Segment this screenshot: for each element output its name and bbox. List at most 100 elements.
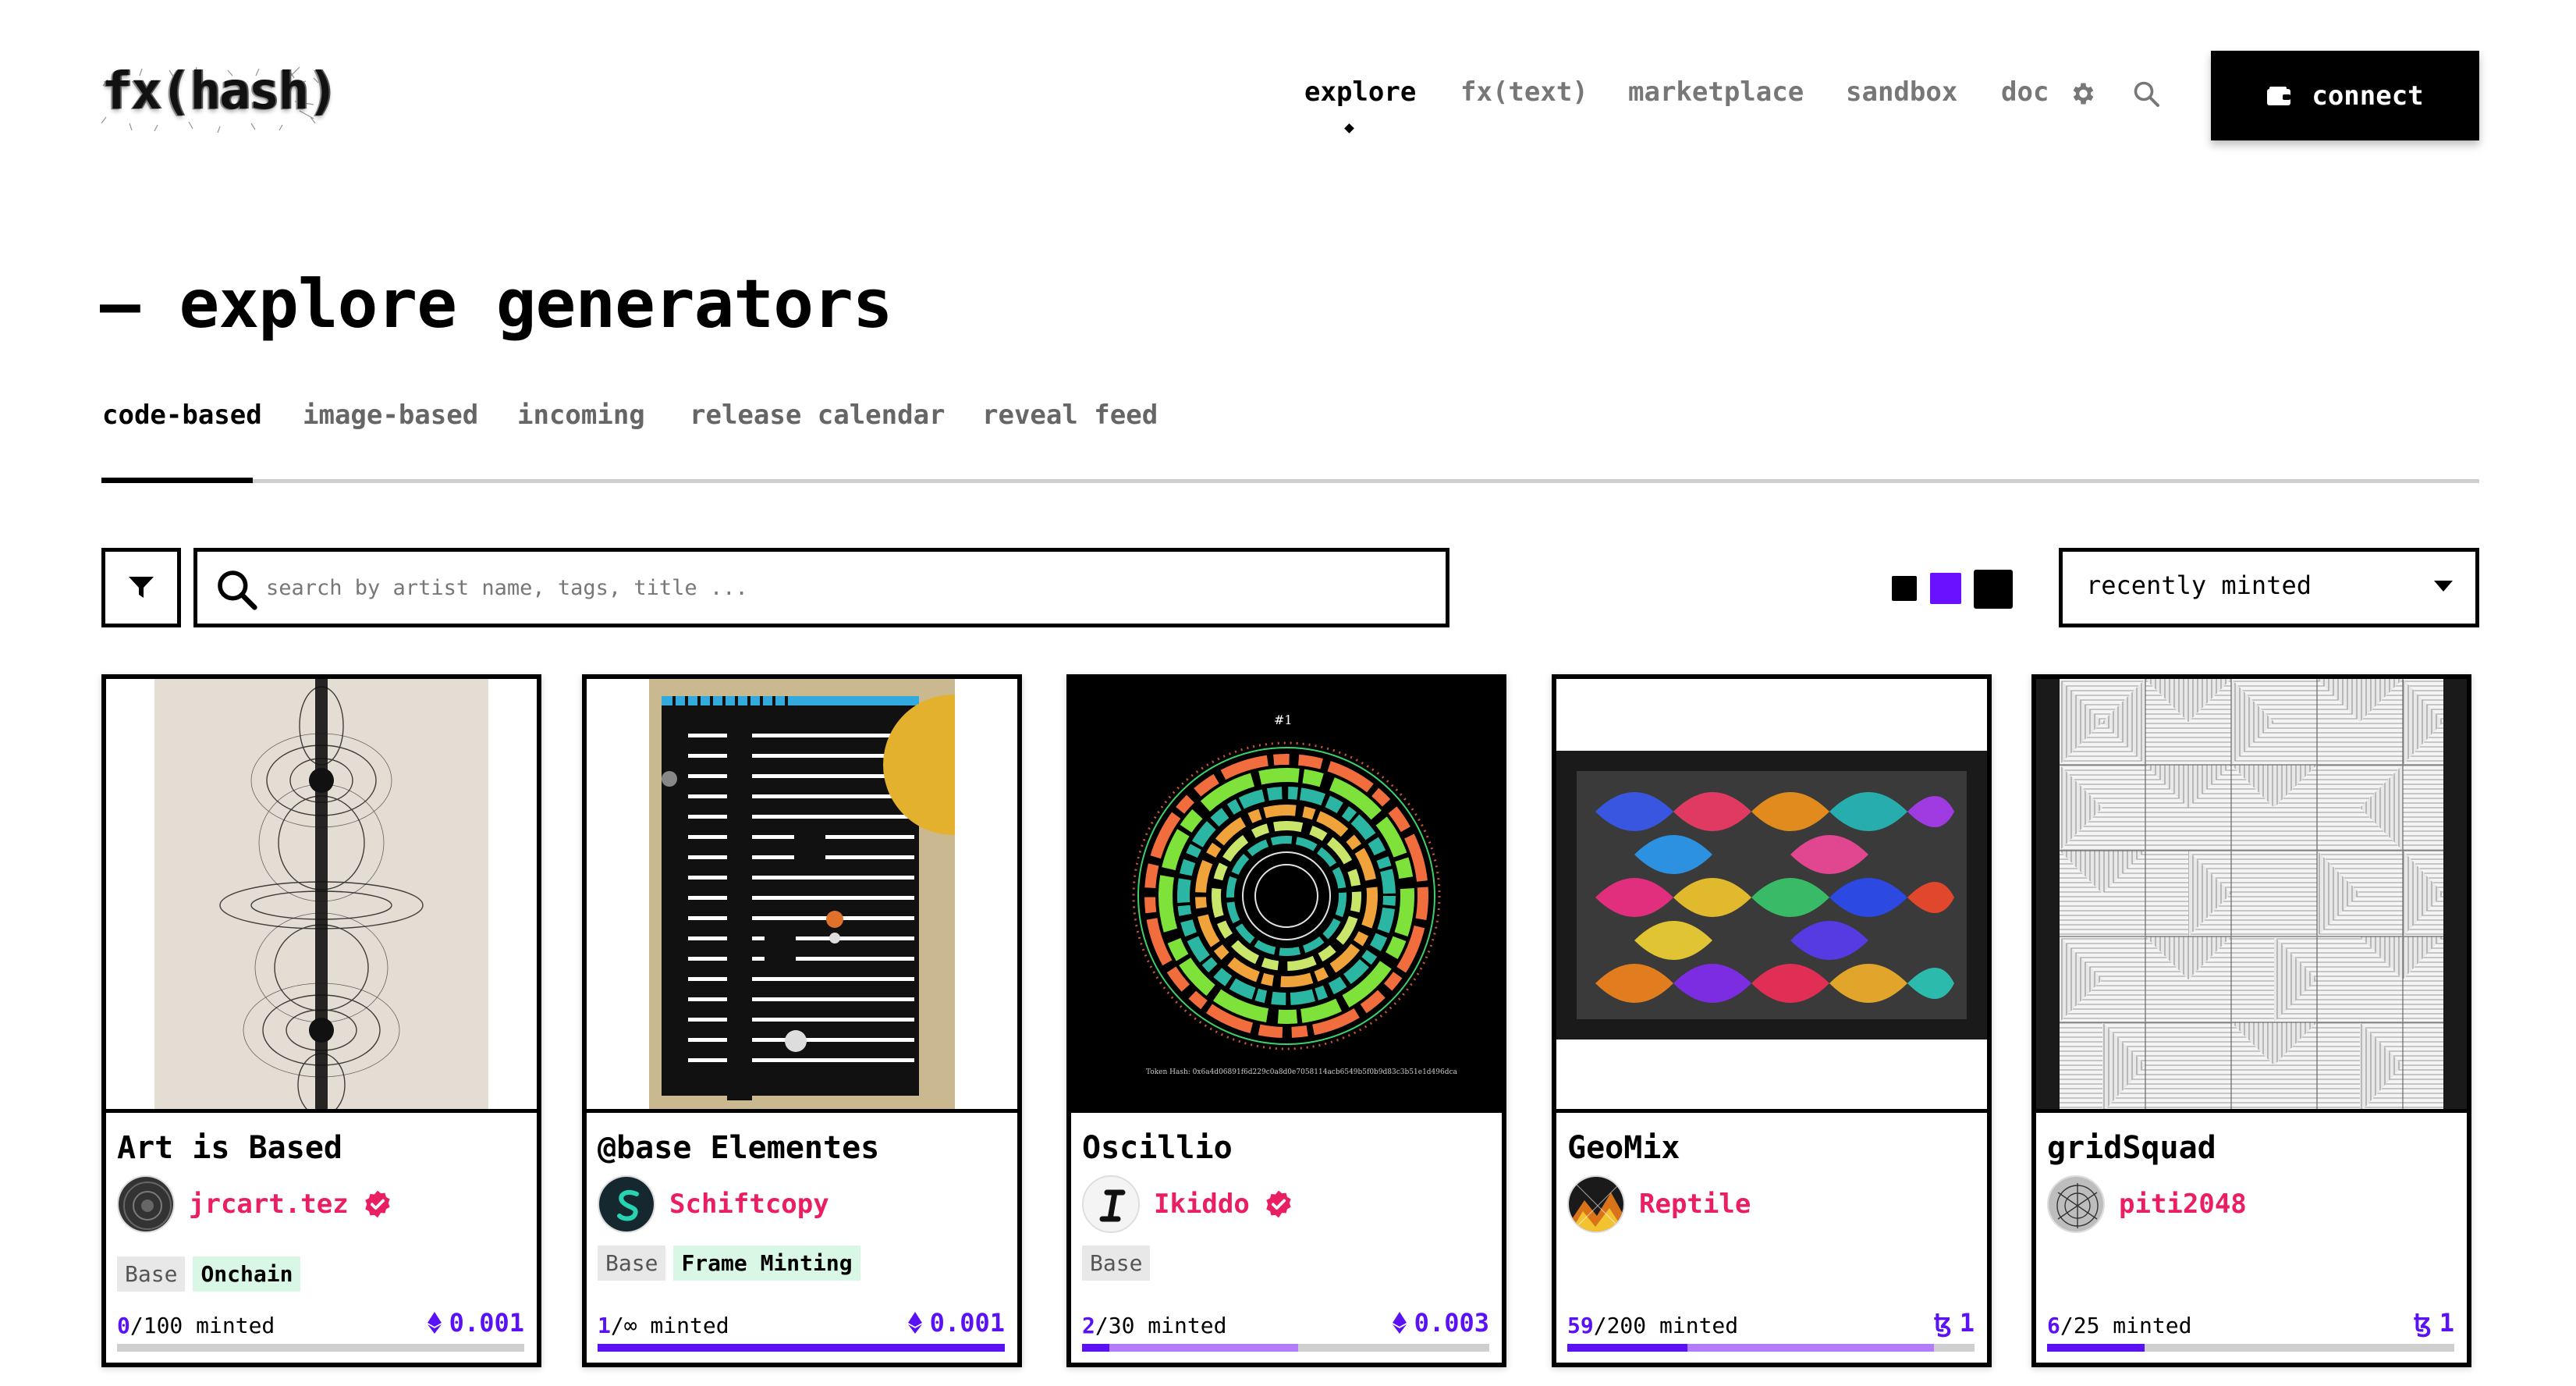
gear-icon[interactable] (2068, 80, 2096, 108)
tezos-icon: ꜩ (2414, 1308, 2432, 1338)
sort-select[interactable]: recently minted (2059, 548, 2479, 627)
avatar[interactable] (598, 1175, 655, 1233)
price-value: 0.003 (1414, 1308, 1489, 1338)
generator-card[interactable]: GeoMix Reptile 59/200 minted ꜩ 1 (1552, 674, 1992, 1367)
card-price: ꜩ 1 (1934, 1308, 1975, 1338)
artwork-image (587, 679, 1017, 1109)
card-thumbnail[interactable] (587, 679, 1017, 1113)
progress-fill (2047, 1344, 2145, 1352)
artwork-image (2036, 679, 2467, 1109)
card-artist[interactable]: Ikiddo (1082, 1175, 1293, 1233)
mint-progress-bar (598, 1344, 1005, 1352)
card-artist[interactable]: jrcart.tez (117, 1175, 392, 1233)
minted-number: 1 (598, 1313, 611, 1338)
nav-explore[interactable]: explore (1304, 76, 1416, 116)
search-icon[interactable] (2132, 80, 2160, 108)
search-input[interactable] (266, 566, 1421, 609)
avatar[interactable] (1567, 1175, 1625, 1233)
artist-name[interactable]: Schiftcopy (669, 1189, 829, 1220)
nav-doc[interactable]: doc (2001, 76, 2049, 116)
nav-sandbox[interactable]: sandbox (1846, 76, 1957, 116)
card-price: ꜩ 1 (2414, 1308, 2454, 1338)
tab-code-based[interactable]: code-based (102, 400, 262, 431)
generator-card[interactable]: @base Elementes Schiftcopy Base Frame Mi… (582, 674, 1022, 1367)
avatar-image (1569, 1177, 1623, 1231)
card-thumbnail[interactable]: #1 Token Hash: 0x6a4d06891f6d229c0a8d0e7… (1071, 679, 1502, 1113)
connect-button[interactable]: connect (2211, 51, 2479, 140)
price-value: 0.001 (929, 1308, 1005, 1338)
avatar-image (119, 1177, 173, 1231)
search-field[interactable] (193, 548, 1449, 627)
connect-label: connect (2312, 80, 2424, 112)
mint-progress-bar (1567, 1344, 1975, 1352)
minted-count: 2/30 minted (1082, 1313, 1226, 1338)
progress-reserved (1082, 1344, 1298, 1352)
tab-reveal-feed[interactable]: reveal feed (982, 400, 1158, 431)
tab-image-based[interactable]: image-based (303, 400, 478, 431)
nav-marketplace[interactable]: marketplace (1628, 76, 1804, 116)
card-title[interactable]: Art is Based (117, 1130, 342, 1166)
tab-release-calendar[interactable]: release calendar (690, 400, 946, 431)
generator-card[interactable]: gridSquad piti2048 6/25 minted ꜩ 1 (2031, 674, 2471, 1367)
avatar-image (2049, 1177, 2103, 1231)
card-title[interactable]: GeoMix (1567, 1130, 1680, 1166)
chevron-down-icon (2434, 581, 2453, 592)
card-price: 0.003 (1392, 1308, 1489, 1338)
size-medium-button[interactable] (1930, 573, 1961, 604)
minted-count: 1/∞ minted (598, 1313, 729, 1338)
artist-name[interactable]: jrcart.tez (189, 1189, 349, 1220)
avatar-image (599, 1177, 654, 1231)
avatar-image (1084, 1177, 1138, 1231)
minted-total: /25 minted (2060, 1313, 2192, 1338)
card-thumbnail[interactable] (2036, 679, 2467, 1113)
minted-count: 6/25 minted (2047, 1313, 2191, 1338)
search-icon (218, 570, 257, 610)
size-small-button[interactable] (1892, 576, 1917, 601)
ethereum-icon (427, 1312, 442, 1334)
artwork-image (106, 679, 537, 1109)
card-artist[interactable]: Schiftcopy (598, 1175, 829, 1233)
generator-card[interactable]: #1 Token Hash: 0x6a4d06891f6d229c0a8d0e7… (1066, 674, 1506, 1367)
minted-total: /100 minted (130, 1313, 275, 1338)
minted-number: 2 (1082, 1313, 1095, 1338)
verified-badge-icon (1266, 1190, 1291, 1218)
card-price: 0.001 (427, 1308, 524, 1338)
card-title[interactable]: @base Elementes (598, 1130, 879, 1166)
avatar[interactable] (1082, 1175, 1140, 1233)
card-thumbnail[interactable] (1556, 679, 1987, 1113)
card-title[interactable]: Oscillio (1082, 1130, 1233, 1166)
size-large-button[interactable] (1974, 570, 2013, 609)
active-tab-underline (101, 478, 253, 483)
avatar[interactable] (117, 1175, 175, 1233)
card-tags: Base Frame Minting (598, 1246, 860, 1281)
card-artist[interactable]: Reptile (1567, 1175, 1751, 1233)
avatar[interactable] (2047, 1175, 2105, 1233)
filter-icon (129, 577, 154, 598)
card-tags: Base Onchain (117, 1256, 301, 1292)
artist-name[interactable]: Reptile (1639, 1189, 1751, 1220)
artist-name[interactable]: piti2048 (2119, 1189, 2247, 1220)
logo-text: fx(hash) (101, 61, 339, 121)
sort-value: recently minted (2086, 570, 2312, 600)
artwork-image: #1 Token Hash: 0x6a4d06891f6d229c0a8d0e7… (1071, 679, 1502, 1109)
nav-fxtext[interactable]: fx(text) (1460, 76, 1588, 116)
tab-incoming[interactable]: incoming (517, 400, 645, 431)
tag-frame-minting: Frame Minting (673, 1246, 860, 1281)
mint-progress-bar (2047, 1344, 2454, 1352)
generator-card[interactable]: Art is Based jrcart.tez Base Onchain 0/1… (101, 674, 541, 1367)
card-artist[interactable]: piti2048 (2047, 1175, 2247, 1233)
minted-total: /30 minted (1095, 1313, 1227, 1338)
card-tags: Base (1082, 1246, 1151, 1281)
card-thumbnail[interactable] (106, 679, 537, 1113)
card-title[interactable]: gridSquad (2047, 1130, 2216, 1166)
wallet-icon (2267, 86, 2291, 105)
mint-progress-bar (1082, 1344, 1489, 1352)
filter-button[interactable] (101, 548, 181, 627)
artist-name[interactable]: Ikiddo (1154, 1189, 1250, 1220)
tabs-divider (101, 479, 2479, 483)
progress-fill (598, 1344, 1005, 1352)
fxhash-logo[interactable]: fx(hash) (95, 55, 339, 140)
tag-onchain: Onchain (193, 1256, 301, 1292)
nav-active-indicator (1344, 123, 1354, 133)
tezos-icon: ꜩ (1934, 1308, 1952, 1338)
